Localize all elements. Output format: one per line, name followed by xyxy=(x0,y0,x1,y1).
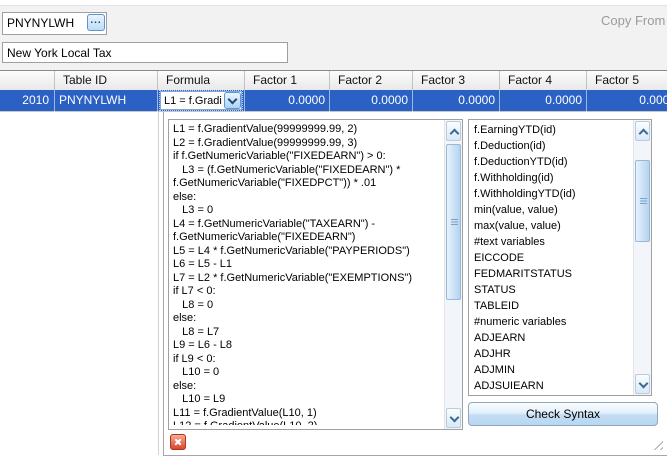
function-list-item[interactable]: f.DeductionYTD(id) xyxy=(469,154,633,170)
row-factor1-cell[interactable]: 0.0000 xyxy=(245,90,330,112)
header-factor-4: Factor 4 xyxy=(500,71,587,90)
header-bar: ... Copy From xyxy=(0,5,667,71)
resize-grip-icon[interactable] xyxy=(650,437,663,450)
function-list-scrollbar[interactable] xyxy=(633,120,651,395)
table-row[interactable]: 2010 PNYNYLWH L1 = f.Gradi 0.0000 0.0000… xyxy=(0,90,667,112)
function-list-item[interactable]: f.WithholdingYTD(id) xyxy=(469,186,633,202)
scroll-up-button[interactable] xyxy=(446,121,461,141)
function-list-item[interactable]: f.Deduction(id) xyxy=(469,138,633,154)
header-table-id: Table ID xyxy=(55,71,158,90)
header-factor-5: Factor 5 xyxy=(587,71,667,90)
chevron-down-icon xyxy=(639,379,649,389)
table-code-input[interactable] xyxy=(3,13,87,32)
function-list-box: f.EarningYTD(id)f.Deduction(id)f.Deducti… xyxy=(468,119,652,396)
row-formula-cell[interactable]: L1 = f.Gradi xyxy=(158,90,245,112)
formula-combobox[interactable]: L1 = f.Gradi xyxy=(160,91,242,110)
close-editor-button[interactable] xyxy=(170,434,186,450)
function-list-item[interactable]: #numeric variables xyxy=(469,314,633,330)
function-list-item[interactable]: STATUS xyxy=(469,282,633,298)
row-factor3-cell[interactable]: 0.0000 xyxy=(413,90,500,112)
chevron-up-icon xyxy=(639,129,649,139)
table-name-input[interactable] xyxy=(2,42,288,63)
function-list-item[interactable]: ADJMIN xyxy=(469,362,633,378)
copy-from-button[interactable]: Copy From xyxy=(601,13,665,28)
formula-editor-popup: L1 = f.GradientValue(99999999.99, 2) L2 … xyxy=(163,112,667,456)
function-list-item[interactable]: FEDMARITSTATUS xyxy=(469,266,633,282)
header-selector-column xyxy=(0,71,55,90)
header-factor-2: Factor 2 xyxy=(330,71,413,90)
table-code-field-wrap: ... xyxy=(2,12,107,35)
scroll-down-button[interactable] xyxy=(446,408,461,428)
scroll-grip-icon xyxy=(640,198,647,204)
function-list-item[interactable]: f.Withholding(id) xyxy=(469,170,633,186)
row-factor5-cell[interactable]: 0.0000 xyxy=(587,90,667,112)
row-table-id-cell[interactable]: PNYNYLWH xyxy=(55,90,158,112)
check-syntax-button[interactable]: Check Syntax xyxy=(468,402,658,426)
row-id-cell[interactable]: 2010 xyxy=(0,90,55,112)
formula-combobox-value: L1 = f.Gradi xyxy=(164,93,222,109)
header-factor-1: Factor 1 xyxy=(245,71,330,90)
chevron-down-icon xyxy=(228,95,238,105)
scroll-grip-icon xyxy=(451,219,458,225)
function-list-item[interactable]: f.EarningYTD(id) xyxy=(469,122,633,138)
row-factor4-cell[interactable]: 0.0000 xyxy=(500,90,587,112)
scroll-down-button[interactable] xyxy=(635,374,650,394)
function-list-item[interactable]: TABLEID xyxy=(469,298,633,314)
scroll-thumb[interactable] xyxy=(635,160,650,242)
row-factor2-cell[interactable]: 0.0000 xyxy=(330,90,413,112)
scroll-up-button[interactable] xyxy=(635,121,650,141)
scroll-thumb[interactable] xyxy=(446,144,461,300)
chevron-down-icon xyxy=(450,413,460,423)
tax-formula-editor-window: ... Copy From Table ID Formula Factor 1 … xyxy=(0,0,667,460)
function-list-item[interactable]: ADJHR xyxy=(469,346,633,362)
function-list-item[interactable]: max(value, value) xyxy=(469,218,633,234)
browse-ellipsis-button[interactable]: ... xyxy=(87,14,105,31)
function-list: f.EarningYTD(id)f.Deduction(id)f.Deducti… xyxy=(469,122,633,394)
function-list-item[interactable]: ADJSUIEARN xyxy=(469,378,633,394)
header-factor-3: Factor 3 xyxy=(413,71,500,90)
column-separator-line xyxy=(158,112,159,455)
grid-header: Table ID Formula Factor 1 Factor 2 Facto… xyxy=(0,70,667,90)
function-list-item[interactable]: min(value, value) xyxy=(469,202,633,218)
header-formula: Formula xyxy=(158,71,245,90)
function-list-item[interactable]: EICCODE xyxy=(469,250,633,266)
formula-code-box: L1 = f.GradientValue(99999999.99, 2) L2 … xyxy=(168,119,463,430)
formula-dropdown-button[interactable] xyxy=(224,92,241,109)
chevron-up-icon xyxy=(450,129,460,139)
function-list-item[interactable]: ADJEARN xyxy=(469,330,633,346)
function-list-item[interactable]: #text variables xyxy=(469,234,633,250)
code-scrollbar[interactable] xyxy=(444,120,462,429)
formula-code-textarea[interactable]: L1 = f.GradientValue(99999999.99, 2) L2 … xyxy=(169,120,440,425)
